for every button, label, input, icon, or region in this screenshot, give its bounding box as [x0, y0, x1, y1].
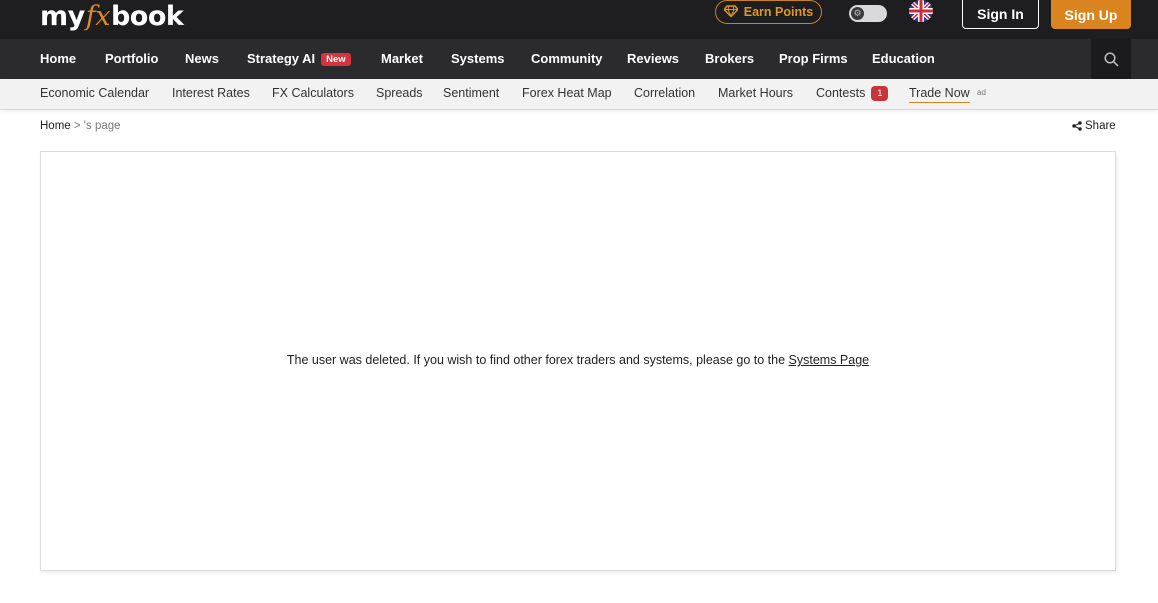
subnav-trade-now[interactable]: Trade Now	[909, 86, 970, 103]
message-text: The user was deleted. If you wish to fin…	[286, 353, 789, 367]
nav-news[interactable]: News	[185, 39, 219, 79]
nav-brokers[interactable]: Brokers	[705, 39, 754, 79]
myfxbook-logo[interactable]: my fx book	[40, 0, 184, 32]
subnav-contests-label: Contests	[816, 86, 866, 100]
subnav-fx-calculators[interactable]: FX Calculators	[272, 79, 354, 109]
subnav-correlation[interactable]: Correlation	[634, 79, 695, 109]
new-badge: New	[321, 53, 351, 66]
uk-flag-icon[interactable]	[909, 0, 933, 22]
sign-in-button[interactable]: Sign In	[962, 0, 1039, 29]
logo-my: my	[40, 1, 85, 32]
logo-book: book	[110, 1, 184, 32]
nav-market[interactable]: Market	[381, 39, 423, 79]
share-label: Share	[1085, 120, 1116, 132]
nav-reviews[interactable]: Reviews	[627, 39, 679, 79]
theme-toggle[interactable]: ⚙	[849, 5, 887, 22]
nav-community[interactable]: Community	[531, 39, 603, 79]
subnav-sentiment[interactable]: Sentiment	[443, 79, 499, 109]
nav-strategy-ai[interactable]: Strategy AI New	[247, 39, 351, 79]
ad-label: ad	[977, 88, 986, 97]
search-button[interactable]	[1091, 39, 1131, 79]
breadcrumb: Home > 's page	[40, 120, 121, 132]
nav-portfolio[interactable]: Portfolio	[105, 39, 158, 79]
breadcrumb-separator: >	[70, 120, 84, 132]
earn-points-button[interactable]: Earn Points	[715, 0, 822, 24]
nav-home[interactable]: Home	[40, 39, 76, 79]
gear-icon: ⚙	[851, 7, 864, 20]
top-bar: my fx book Earn Points ⚙ Sign In Sign Up	[0, 0, 1158, 39]
diamond-icon	[722, 4, 739, 20]
subnav-spreads[interactable]: Spreads	[376, 79, 423, 109]
nav-strategy-ai-label: Strategy AI	[247, 51, 316, 66]
main-nav: Home Portfolio News Strategy AI New Marke…	[0, 39, 1158, 79]
subnav-forex-heat-map[interactable]: Forex Heat Map	[522, 79, 612, 109]
sign-up-button[interactable]: Sign Up	[1051, 0, 1131, 29]
nav-prop-firms[interactable]: Prop Firms	[779, 39, 848, 79]
nav-systems[interactable]: Systems	[451, 39, 504, 79]
subnav-economic-calendar[interactable]: Economic Calendar	[40, 79, 149, 109]
breadcrumb-current: 's page	[83, 120, 121, 132]
earn-points-label: Earn Points	[743, 5, 814, 19]
breadcrumb-home[interactable]: Home	[40, 120, 71, 132]
nav-education[interactable]: Education	[872, 39, 935, 79]
subnav-contests[interactable]: Contests 1	[816, 79, 889, 109]
subnav-market-hours[interactable]: Market Hours	[718, 79, 793, 109]
systems-page-link[interactable]: Systems Page	[789, 353, 870, 367]
deleted-user-message: The user was deleted. If you wish to fin…	[41, 353, 1115, 367]
search-icon	[1103, 51, 1119, 67]
share-icon	[1072, 121, 1082, 131]
contests-count-badge: 1	[871, 86, 889, 101]
subnav-interest-rates[interactable]: Interest Rates	[172, 79, 250, 109]
share-button[interactable]: Share	[1072, 120, 1116, 132]
logo-fx: fx	[85, 1, 111, 32]
content-panel: The user was deleted. If you wish to fin…	[40, 151, 1116, 571]
